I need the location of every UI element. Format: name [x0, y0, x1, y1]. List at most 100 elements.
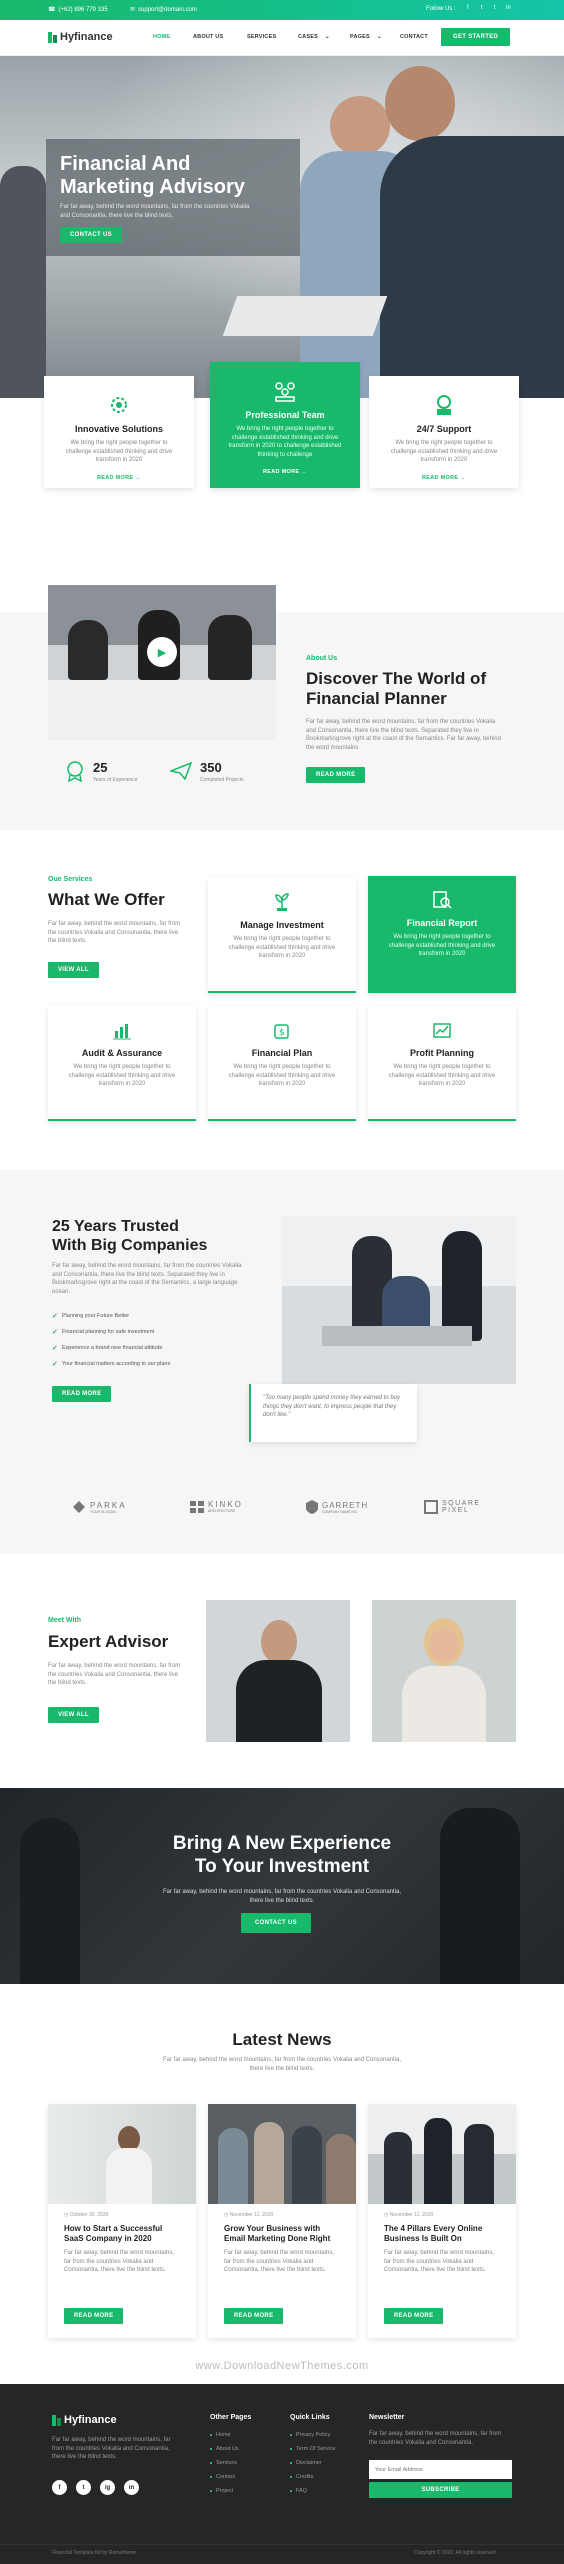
advisor-photo-man[interactable] — [206, 1600, 350, 1742]
chevron-down-icon: ⌄ — [377, 34, 382, 40]
footer-logo[interactable]: Hyfinance — [52, 2414, 117, 2426]
logo-mark-icon — [48, 31, 57, 43]
banner-contact-button[interactable]: CONTACT US — [241, 1913, 311, 1933]
service-card-profit[interactable]: Profit Planning We bring the right peopl… — [368, 1006, 516, 1121]
trusted-title: 25 Years Trusted With Big Companies — [52, 1218, 208, 1254]
linkedin-icon[interactable]: in — [124, 2480, 139, 2495]
twitter-icon[interactable]: t — [76, 2480, 91, 2495]
news-read-more-button[interactable]: READ MORE — [64, 2308, 124, 2324]
hero-text-box: Financial And Marketing Advisory Far far… — [46, 139, 300, 256]
check-item: ✓ Your financial matters according to our… — [52, 1361, 171, 1368]
contact-us-button[interactable]: CONTACT US — [60, 227, 122, 243]
service-card-investment[interactable]: Manage Investment We bring the right peo… — [208, 878, 356, 993]
news-card[interactable]: ◷ October 30, 2020 How to Start a Succes… — [48, 2104, 196, 2338]
footer-link[interactable]: Disclaimer — [290, 2460, 322, 2466]
banner-title: Bring A New Experience To Your Investmen… — [172, 1833, 392, 1877]
plant-icon — [272, 892, 292, 912]
twitter-icon[interactable]: t — [481, 5, 483, 11]
news-image[interactable] — [208, 2104, 356, 2204]
brand-logo[interactable]: Hyfinance — [48, 31, 113, 43]
phone-info[interactable]: ☎ (+62) 896 779 335 — [48, 6, 108, 14]
nav-cases[interactable]: CASES — [298, 34, 318, 40]
tumblr-icon[interactable]: t — [494, 5, 496, 11]
footer: Hyfinance Far far away, behind the word … — [0, 2384, 564, 2564]
email-info[interactable]: ✉ support@domain.com — [130, 6, 197, 14]
service-card-audit[interactable]: Audit & Assurance We bring the right peo… — [48, 1006, 196, 1121]
about-video-thumbnail[interactable]: ▶ — [48, 585, 276, 740]
report-icon — [432, 890, 452, 910]
about-text: Far far away, behind the word mountains,… — [306, 719, 501, 751]
top-bar: ☎ (+62) 896 779 335 ✉ support@domain.com F… — [0, 0, 564, 20]
news-image[interactable] — [368, 2104, 516, 2204]
read-more-link[interactable]: READ MORE → — [210, 469, 360, 475]
instagram-icon[interactable]: ig — [100, 2480, 115, 2495]
news-date: ◷ November 11, 2020 — [384, 2212, 434, 2218]
nav-home[interactable]: HOME — [153, 34, 170, 40]
news-date: ◷ November 11, 2020 — [224, 2212, 274, 2218]
advisor-title: Expert Advisor — [48, 1632, 169, 1651]
advisor-text: Far far away, behind the word mountains,… — [48, 1663, 181, 1686]
footer-link[interactable]: Privacy Policy — [290, 2432, 330, 2438]
service-card-plan[interactable]: $ Financial Plan We bring the right peop… — [208, 1006, 356, 1121]
nav-services[interactable]: SERVICES — [247, 34, 276, 40]
news-read-more-button[interactable]: READ MORE — [384, 2308, 444, 2324]
services-view-all-button[interactable]: VIEW ALL — [48, 962, 99, 978]
feature-card-support: 24/7 Support We bring the right people t… — [369, 376, 519, 488]
facebook-icon[interactable]: f — [52, 2480, 67, 2495]
read-more-link[interactable]: READ MORE → — [369, 475, 519, 481]
play-icon[interactable]: ▶ — [147, 637, 177, 667]
read-more-link[interactable]: READ MORE → — [44, 475, 194, 481]
get-started-button[interactable]: GET STARTED — [441, 28, 511, 46]
paper-plane-icon — [168, 761, 193, 785]
logo-mark-icon — [52, 2414, 61, 2426]
meeting-photo — [282, 1216, 516, 1384]
trusted-read-more-button[interactable]: READ MORE — [52, 1386, 112, 1402]
news-read-more-button[interactable]: READ MORE — [224, 2308, 284, 2324]
facebook-icon[interactable]: f — [467, 5, 469, 11]
about-title: Discover The World of Financial Planner — [306, 669, 487, 708]
advisor-view-all-button[interactable]: VIEW ALL — [48, 1707, 99, 1723]
advisor-photo-woman[interactable] — [372, 1600, 516, 1742]
services-eyebrow: Oue Services — [48, 876, 93, 883]
subscribe-button[interactable]: SUBSCRIBE — [369, 2482, 512, 2498]
services-title: What We Offer — [48, 890, 165, 909]
blocks-icon — [190, 1500, 204, 1513]
news-text: Far far away, behind the word mountains,… — [162, 2057, 402, 2072]
news-headline[interactable]: How to Start a Successful SaaS Company i… — [64, 2224, 180, 2244]
footer-link[interactable]: Term Of Service — [290, 2446, 335, 2452]
footer-link[interactable]: Credits — [290, 2474, 313, 2480]
service-card-report[interactable]: Financial Report We bring the right peop… — [368, 876, 516, 993]
man-head — [385, 66, 455, 141]
newsletter-email-input[interactable] — [369, 2460, 512, 2479]
footer-text: Far far away, behind the word mountains,… — [52, 2437, 171, 2460]
about-read-more-button[interactable]: READ MORE — [306, 767, 366, 783]
news-card[interactable]: ◷ November 11, 2020 The 4 Pillars Every … — [368, 2104, 516, 2338]
check-item: ✓ Experience a brand new financial attitu… — [52, 1345, 163, 1352]
trusted-text: Far far away, behind the word mountains,… — [52, 1263, 242, 1295]
footer-link[interactable]: Services — [210, 2460, 237, 2466]
nav-contact[interactable]: CONTACT — [400, 34, 428, 40]
footer-link[interactable]: FAQ — [290, 2488, 307, 2494]
follow-label: Follow Us : — [426, 6, 456, 12]
banner-text: Far far away, behind the word mountains,… — [162, 1889, 402, 1904]
footer-link[interactable]: Contact — [210, 2474, 235, 2480]
nav-about[interactable]: ABOUT US — [193, 34, 223, 40]
phone-icon: ☎ — [48, 7, 56, 13]
stat-years-value: 25 — [93, 760, 108, 775]
shield-icon — [306, 1500, 318, 1514]
linkedin-icon[interactable]: in — [506, 5, 511, 11]
news-card[interactable]: ◷ November 11, 2020 Grow Your Business w… — [208, 2104, 356, 2338]
footer-link[interactable]: Home — [210, 2432, 231, 2438]
news-image[interactable] — [48, 2104, 196, 2204]
stat-projects-value: 350 — [200, 760, 222, 775]
feature-card-innovative: Innovative Solutions We bring the right … — [44, 376, 194, 488]
nav-pages[interactable]: PAGES — [350, 34, 370, 40]
hero-title: Financial And Marketing Advisory — [60, 153, 245, 198]
footer-link[interactable]: Project — [210, 2488, 233, 2494]
news-headline[interactable]: Grow Your Business with Email Marketing … — [224, 2224, 340, 2244]
stat-years-label: Years of Experience — [93, 777, 138, 783]
diamond-icon — [73, 1501, 85, 1513]
square-icon — [424, 1500, 438, 1514]
news-headline[interactable]: The 4 Pillars Every Online Business Is B… — [384, 2224, 500, 2244]
footer-link[interactable]: About Us — [210, 2446, 239, 2452]
